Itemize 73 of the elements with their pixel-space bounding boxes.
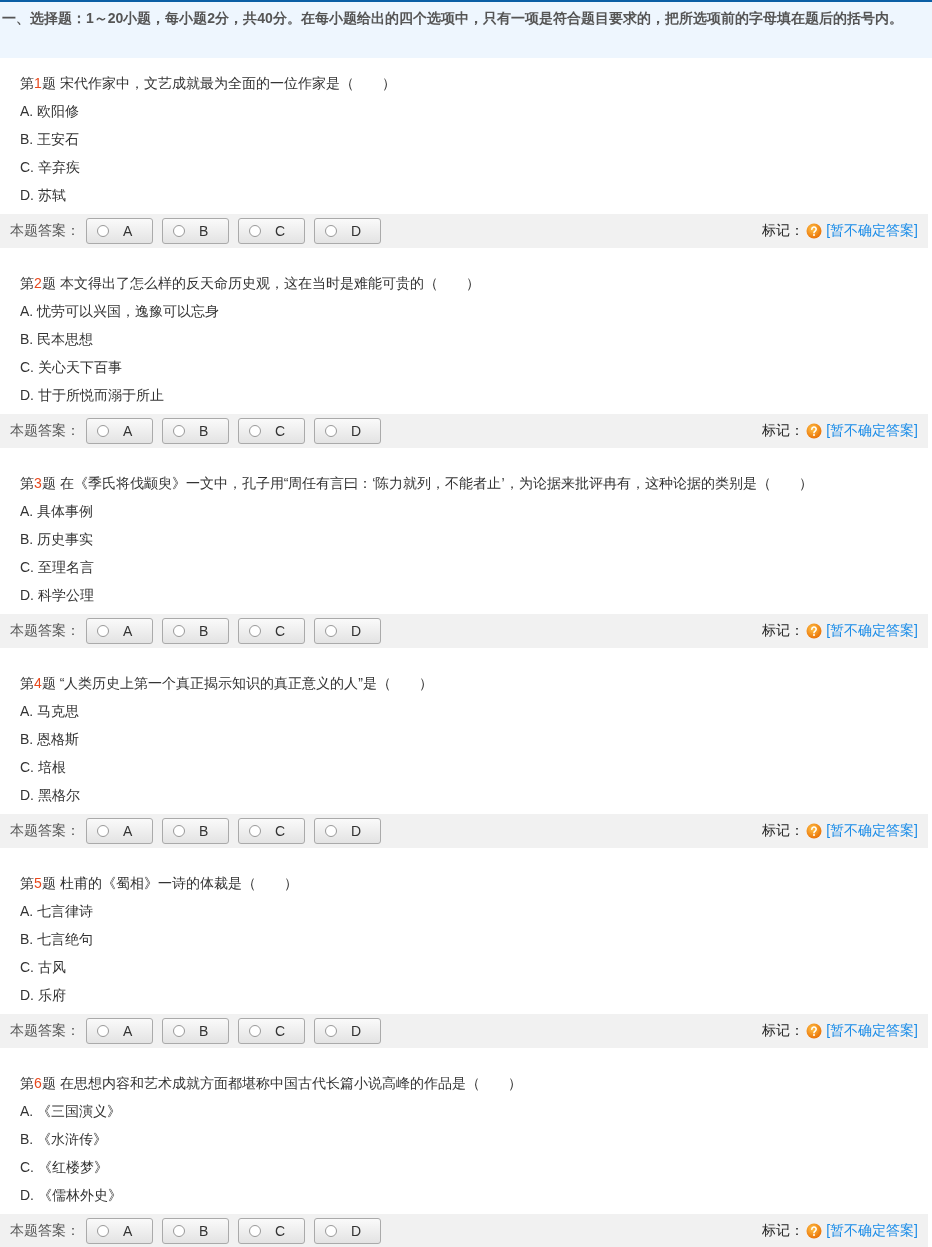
answer-label: 本题答案： bbox=[10, 1022, 80, 1040]
question-text: 第6题 在思想内容和艺术成就方面都堪称中国古代长篇小说高峰的作品是（ ） bbox=[20, 1074, 523, 1093]
answer-option: D. 黑格尔 bbox=[20, 781, 928, 809]
answer-option: C. 关心天下百事 bbox=[20, 353, 928, 381]
question-mark-icon[interactable] bbox=[806, 423, 823, 439]
question-text: 第2题 本文得出了怎么样的反天命历史观，这在当时是难能可贵的（ ） bbox=[20, 274, 481, 293]
answer-label: 本题答案： bbox=[10, 422, 80, 440]
answer-option: A. 忧劳可以兴国，逸豫可以忘身 bbox=[20, 297, 928, 325]
answer-option: B. 民本思想 bbox=[20, 325, 928, 353]
answer-option: D. 甘于所悦而溺于所止 bbox=[20, 381, 928, 409]
choice-button[interactable]: D bbox=[314, 1018, 381, 1044]
answer-option: A. 具体事例 bbox=[20, 497, 928, 525]
choice-button[interactable]: C bbox=[238, 418, 305, 444]
choice-button[interactable]: A bbox=[86, 418, 153, 444]
choice-button[interactable]: D bbox=[314, 818, 381, 844]
choice-button[interactable]: B bbox=[162, 618, 229, 644]
mark-label: 标记： bbox=[762, 822, 805, 840]
choice-button[interactable]: D bbox=[314, 218, 381, 244]
answer-label: 本题答案： bbox=[10, 1222, 80, 1240]
answer-option: B. 历史事实 bbox=[20, 525, 928, 553]
answer-option: B. 《水浒传》 bbox=[20, 1125, 928, 1153]
choice-button[interactable]: C bbox=[238, 218, 305, 244]
choice-button[interactable]: A bbox=[86, 1218, 153, 1244]
choice-button[interactable]: A bbox=[86, 618, 153, 644]
answer-option: A. 七言律诗 bbox=[20, 897, 928, 925]
question-mark-icon[interactable] bbox=[806, 223, 823, 239]
choice-button[interactable]: B bbox=[162, 1018, 229, 1044]
mark-label: 标记： bbox=[762, 1222, 805, 1240]
choice-button[interactable]: D bbox=[314, 418, 381, 444]
choice-button[interactable]: C bbox=[238, 618, 305, 644]
answer-option: C. 至理名言 bbox=[20, 553, 928, 581]
answer-label: 本题答案： bbox=[10, 622, 80, 640]
answer-option: D. 乐府 bbox=[20, 981, 928, 1009]
answer-option: C. 古风 bbox=[20, 953, 928, 981]
answer-label: 本题答案： bbox=[10, 222, 80, 240]
question-text: 第5题 杜甫的《蜀相》一诗的体裁是（ ） bbox=[20, 874, 299, 893]
answer-option: B. 恩格斯 bbox=[20, 725, 928, 753]
mark-label: 标记： bbox=[762, 422, 805, 440]
answer-option: A. 马克思 bbox=[20, 697, 928, 725]
choice-button[interactable]: C bbox=[238, 1218, 305, 1244]
mark-label: 标记： bbox=[762, 622, 805, 640]
question-text: 第1题 宋代作家中，文艺成就最为全面的一位作家是（ ） bbox=[20, 74, 397, 93]
mark-label: 标记： bbox=[762, 1022, 805, 1040]
question-mark-icon[interactable] bbox=[806, 1023, 823, 1039]
answer-option: D. 苏轼 bbox=[20, 181, 928, 209]
answer-option: C. 《红楼梦》 bbox=[20, 1153, 928, 1181]
mark-label: 标记： bbox=[762, 222, 805, 240]
choice-button[interactable]: B bbox=[162, 1218, 229, 1244]
choice-button[interactable]: A bbox=[86, 818, 153, 844]
answer-option: C. 培根 bbox=[20, 753, 928, 781]
answer-option: A. 欧阳修 bbox=[20, 97, 928, 125]
answer-option: A. 《三国演义》 bbox=[20, 1097, 928, 1125]
section-heading: 一、选择题：1～20小题，每小题2分，共40分。在每小题给出的四个选项中，只有一项是符合题目要求的，把所选项前的字母填在题后的括号内。 bbox=[2, 9, 904, 28]
choice-button[interactable]: A bbox=[86, 1018, 153, 1044]
answer-option: B. 王安石 bbox=[20, 125, 928, 153]
answer-option: D. 《儒林外史》 bbox=[20, 1181, 928, 1209]
choice-button[interactable]: C bbox=[238, 1018, 305, 1044]
question-text: 第3题 在《季氏将伐颛臾》一文中，孔子用“周任有言曰：‘陈力就列，不能者止’，为论据来批评冉有，这种论据的类别是（ ） bbox=[20, 474, 814, 493]
answer-option: B. 七言绝句 bbox=[20, 925, 928, 953]
question-mark-icon[interactable] bbox=[806, 623, 823, 639]
question-mark-icon[interactable] bbox=[806, 1223, 823, 1239]
answer-label: 本题答案： bbox=[10, 822, 80, 840]
choice-button[interactable]: B bbox=[162, 218, 229, 244]
choice-button[interactable]: D bbox=[314, 1218, 381, 1244]
choice-button[interactable]: B bbox=[162, 418, 229, 444]
choice-button[interactable]: A bbox=[86, 218, 153, 244]
choice-button[interactable]: B bbox=[162, 818, 229, 844]
question-text: 第4题 “人类历史上第一个真正揭示知识的真正意义的人”是（ ） bbox=[20, 674, 434, 693]
choice-button[interactable]: C bbox=[238, 818, 305, 844]
answer-option: D. 科学公理 bbox=[20, 581, 928, 609]
answer-option: C. 辛弃疾 bbox=[20, 153, 928, 181]
question-mark-icon[interactable] bbox=[806, 823, 823, 839]
choice-button[interactable]: D bbox=[314, 618, 381, 644]
